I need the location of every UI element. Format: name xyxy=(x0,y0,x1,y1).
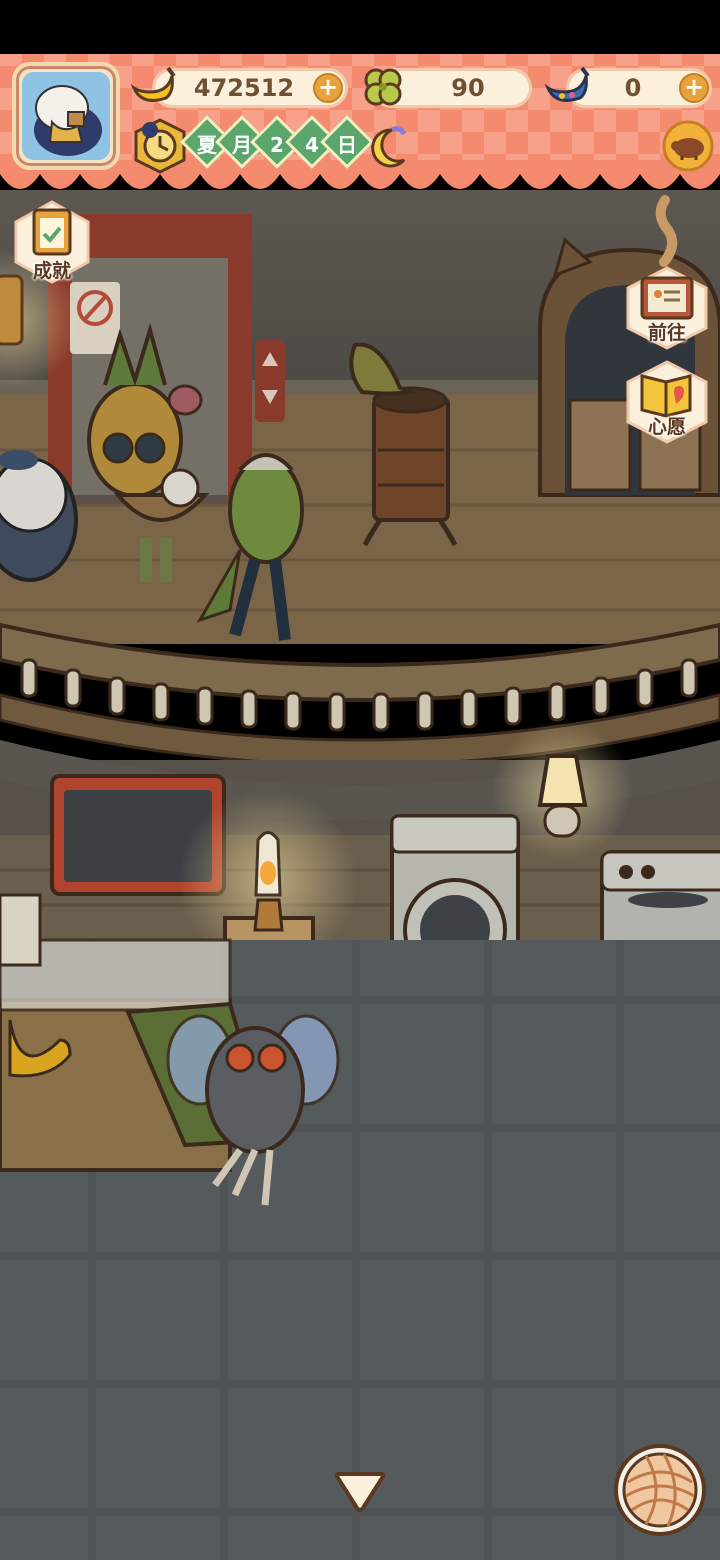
achievements-button[interactable]: 成就 xyxy=(12,200,92,284)
yarn-ball-icon xyxy=(614,1444,706,1536)
banana-count: 472512 xyxy=(193,74,295,102)
player-avatar[interactable] xyxy=(12,62,120,170)
add-bananas-button[interactable]: + xyxy=(313,73,343,103)
game-scene[interactable]: 472512 + 90 0 + 夏 月 2 4 日 成就 前往 心愿 xyxy=(0,0,720,1560)
rainbow-banana-count: 0 xyxy=(624,74,642,102)
add-rainbow-bananas-button[interactable]: + xyxy=(679,73,709,103)
clover-icon xyxy=(358,62,408,112)
banana-counter[interactable]: 472512 + xyxy=(152,68,348,108)
go-button[interactable]: 前往 xyxy=(624,266,710,350)
banana-icon xyxy=(128,62,176,108)
clover-count: 90 xyxy=(451,74,485,102)
wish-button[interactable]: 心愿 xyxy=(624,360,710,444)
wish-label: 心愿 xyxy=(647,416,686,438)
room-scene xyxy=(0,54,720,1560)
achievements-label: 成就 xyxy=(32,260,71,282)
rainbow-banana-icon xyxy=(542,62,590,108)
avatar-image xyxy=(22,72,110,160)
night-moon-icon xyxy=(362,124,410,172)
triangle-down-icon xyxy=(334,1472,386,1512)
clock-icon[interactable] xyxy=(132,118,188,174)
go-label: 前往 xyxy=(647,322,686,344)
status-bar xyxy=(0,0,720,54)
date-day-label: 日 xyxy=(337,133,357,157)
boar-button[interactable] xyxy=(662,120,714,172)
collapse-panel-button[interactable] xyxy=(332,1470,388,1516)
yarn-ball-button[interactable] xyxy=(612,1442,708,1538)
